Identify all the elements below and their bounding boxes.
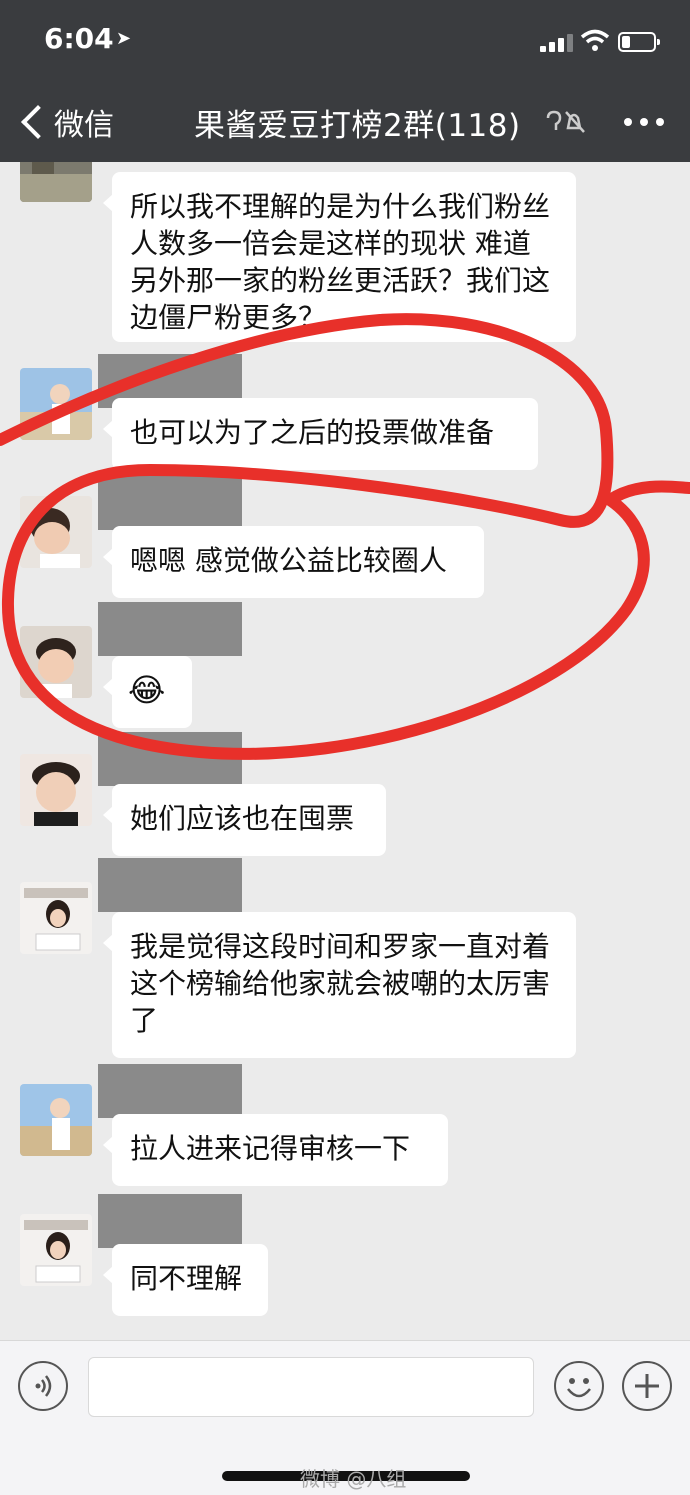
- cellular-signal-icon: [540, 32, 576, 52]
- message-bubble[interactable]: 😂: [103, 656, 192, 728]
- message-text: 同不理解: [130, 1262, 243, 1295]
- avatar[interactable]: [20, 162, 92, 202]
- avatar[interactable]: [20, 1214, 92, 1286]
- avatar[interactable]: [20, 882, 92, 954]
- message-bubble[interactable]: 所以我不理解的是为什么我们粉丝人数多一倍会是这样的现状 难道另外那一家的粉丝更活…: [103, 172, 576, 342]
- add-attachment-button[interactable]: [622, 1361, 672, 1411]
- redacted-sender-name: [98, 732, 242, 786]
- message-text: 嗯嗯 感觉做公益比较圈人: [130, 544, 447, 577]
- message-input-bar: 微博 @八组: [0, 1340, 690, 1495]
- avatar[interactable]: [20, 496, 92, 568]
- message-text: 我是觉得这段时间和罗家一直对着 这个榜输给他家就会被嘲的太厉害了: [130, 930, 551, 1037]
- message-list[interactable]: 所以我不理解的是为什么我们粉丝人数多一倍会是这样的现状 难道另外那一家的粉丝更活…: [0, 162, 690, 1340]
- voice-icon: [35, 1375, 52, 1397]
- battery-icon: [618, 32, 660, 52]
- message-text: 也可以为了之后的投票做准备: [130, 416, 495, 449]
- chevron-left-icon: [21, 105, 55, 139]
- plus-icon: [635, 1374, 659, 1398]
- status-time: 6:04: [44, 22, 114, 55]
- avatar[interactable]: [20, 626, 92, 698]
- avatar[interactable]: [20, 368, 92, 440]
- message-bubble[interactable]: 她们应该也在囤票: [103, 784, 386, 856]
- watermark: 微博 @八组: [300, 1467, 407, 1491]
- navigation-header: 6:04 ➤ 微信 果酱爱豆打榜2群(118): [0, 0, 690, 162]
- back-label: 微信: [54, 108, 114, 143]
- redacted-sender-name: [98, 1194, 242, 1248]
- avatar[interactable]: [20, 754, 92, 826]
- message-bubble[interactable]: 也可以为了之后的投票做准备: [103, 398, 538, 470]
- redacted-sender-name: [98, 602, 242, 656]
- location-arrow-icon: ➤: [116, 28, 132, 49]
- emoji-message: 😂: [128, 671, 166, 709]
- mute-bell-icon: [546, 110, 585, 133]
- wifi-icon: [580, 29, 610, 51]
- message-text: 所以我不理解的是为什么我们粉丝人数多一倍会是这样的现状 难道另外那一家的粉丝更活…: [130, 190, 551, 334]
- voice-input-button[interactable]: [18, 1361, 68, 1411]
- message-text: 拉人进来记得审核一下: [130, 1132, 411, 1165]
- message-bubble[interactable]: 嗯嗯 感觉做公益比较圈人: [103, 526, 484, 598]
- message-bubble[interactable]: 同不理解: [103, 1244, 268, 1316]
- message-text-field[interactable]: [88, 1357, 534, 1417]
- redacted-sender-name: [98, 1064, 242, 1118]
- emoji-button[interactable]: [554, 1361, 604, 1411]
- message-text: 她们应该也在囤票: [130, 802, 355, 835]
- chat-title: 果酱爱豆打榜2群(118): [194, 108, 521, 144]
- message-bubble[interactable]: 拉人进来记得审核一下: [103, 1114, 448, 1186]
- redacted-sender-name: [98, 476, 242, 530]
- back-button[interactable]: 微信: [16, 100, 114, 144]
- smiley-icon: [567, 1378, 591, 1398]
- message-bubble[interactable]: 我是觉得这段时间和罗家一直对着 这个榜输给他家就会被嘲的太厉害了: [103, 912, 576, 1058]
- redacted-sender-name: [98, 858, 242, 912]
- more-options-button[interactable]: [624, 118, 664, 126]
- avatar[interactable]: [20, 1084, 92, 1156]
